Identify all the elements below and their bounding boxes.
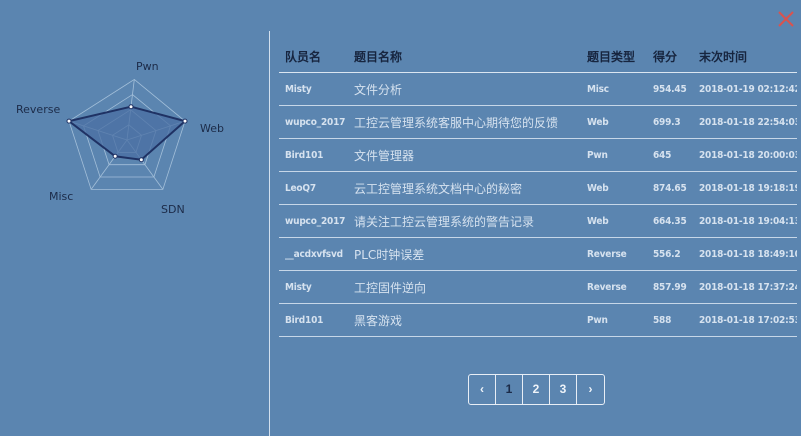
cell-team: Misty (285, 83, 312, 95)
cell-challenge-name: 工控固件逆向 (354, 280, 427, 295)
cell-score: 588 (653, 314, 672, 326)
radar-label-misc: Misc (49, 190, 74, 203)
cell-team: Misty (285, 281, 312, 293)
cell-challenge-type: Web (587, 215, 609, 227)
cell-challenge-type: Misc (587, 83, 609, 95)
cell-score: 645 (653, 149, 672, 161)
cell-last-time: 2018-01-18 22:54:03 (699, 116, 797, 128)
cell-last-time: 2018-01-19 02:12:42 (699, 83, 797, 95)
cell-last-time: 2018-01-18 19:18:19 (699, 182, 797, 194)
table-row: Misty 工控固件逆向 Reverse 857.99 2018-01-18 17:37… (279, 271, 797, 304)
cell-last-time: 2018-01-18 18:49:10 (699, 248, 797, 260)
radar-label-pwn: Pwn (136, 60, 159, 73)
cell-challenge-type: Reverse (587, 248, 627, 260)
cell-challenge-type: Web (587, 116, 609, 128)
radar-point-reverse (66, 118, 72, 124)
cell-last-time: 2018-01-18 19:04:13 (699, 215, 797, 227)
header-challenge-type: 题目类型 (587, 49, 636, 64)
cell-last-time: 2018-01-18 20:00:03 (699, 149, 797, 161)
cell-team: LeoQ7 (285, 182, 316, 194)
header-team: 队员名 (285, 49, 322, 64)
cell-last-time: 2018-01-18 17:02:53 (699, 314, 797, 326)
vertical-divider (269, 31, 270, 436)
cell-last-time: 2018-01-18 17:37:24 (699, 281, 797, 293)
cell-challenge-type: Web (587, 182, 609, 194)
table-header: 队员名 题目名称 题目类型 得分 末次时间 (279, 40, 797, 73)
close-icon[interactable] (775, 8, 797, 30)
cell-team: wupco_2017 (285, 215, 346, 227)
header-score: 得分 (653, 49, 678, 64)
cell-score: 874.65 (653, 182, 687, 194)
cell-challenge-name: 工控云管理系统客服中心期待您的反馈 (354, 115, 559, 130)
page-3-button[interactable]: 3 (550, 375, 577, 404)
cell-team: Bird101 (285, 314, 324, 326)
radar-chart (66, 78, 188, 190)
radar-point-pwn (128, 104, 134, 110)
cell-challenge-type: Reverse (587, 281, 627, 293)
page-2-button[interactable]: 2 (523, 375, 550, 404)
radar-point-sdn (138, 157, 144, 163)
table-row: Bird101 黑客游戏 Pwn 588 2018-01-18 17:02:53 (279, 304, 797, 337)
radar-label-sdn: SDN (161, 203, 185, 216)
prev-page-button[interactable]: ‹ (469, 375, 496, 404)
table-row: Misty 文件分析 Misc 954.45 2018-01-19 02:12:42 (279, 73, 797, 106)
cell-challenge-name: 请关注工控云管理系统的警告记录 (354, 214, 535, 229)
radar-label-reverse: Reverse (16, 103, 61, 116)
cell-score: 857.99 (653, 281, 687, 293)
table-row: LeoQ7 云工控管理系统文档中心的秘密 Web 874.65 2018-01-18 1… (279, 172, 797, 205)
table-row: wupco_2017 请关注工控云管理系统的警告记录 Web 664.35 2018-0… (279, 205, 797, 238)
table-row: Bird101 文件管理器 Pwn 645 2018-01-18 20:00:03 (279, 139, 797, 172)
header-last-time: 末次时间 (699, 49, 748, 64)
table-row: wupco_2017 工控云管理系统客服中心期待您的反馈 Web 699.3 2018-… (279, 106, 797, 139)
next-page-button[interactable]: › (577, 375, 604, 404)
radar-point-web (182, 118, 188, 124)
cell-challenge-type: Pwn (587, 314, 608, 326)
cell-team: Bird101 (285, 149, 324, 161)
cell-team: wupco_2017 (285, 116, 346, 128)
cell-challenge-name: 文件管理器 (354, 148, 415, 163)
radar-point-misc (112, 153, 118, 159)
cell-score: 664.35 (653, 215, 687, 227)
radar-chart-panel: Pwn Web SDN Misc Reverse (0, 0, 269, 436)
table-body: Misty 文件分析 Misc 954.45 2018-01-19 02:12:42 wu… (279, 73, 797, 337)
radar-label-web: Web (200, 122, 224, 135)
cell-challenge-name: PLC时钟误差 (354, 247, 425, 262)
cell-challenge-name: 黑客游戏 (354, 313, 403, 328)
submissions-table: 队员名 题目名称 题目类型 得分 末次时间 Misty 文件分析 Misc 954.4… (279, 40, 797, 337)
header-challenge-name: 题目名称 (354, 49, 403, 64)
cell-score: 699.3 (653, 116, 681, 128)
pagination: ‹ 1 2 3 › (468, 374, 605, 405)
cell-challenge-name: 文件分析 (354, 82, 403, 97)
cell-challenge-type: Pwn (587, 149, 608, 161)
table-row: __acdxvfsvd PLC时钟误差 Reverse 556.2 2018-01-18… (279, 238, 797, 271)
cell-challenge-name: 云工控管理系统文档中心的秘密 (354, 181, 523, 196)
radar-data-area (66, 105, 188, 161)
page-1-button[interactable]: 1 (496, 375, 523, 404)
cell-score: 954.45 (653, 83, 687, 95)
cell-score: 556.2 (653, 248, 681, 260)
cell-team: __acdxvfsvd (285, 248, 343, 260)
